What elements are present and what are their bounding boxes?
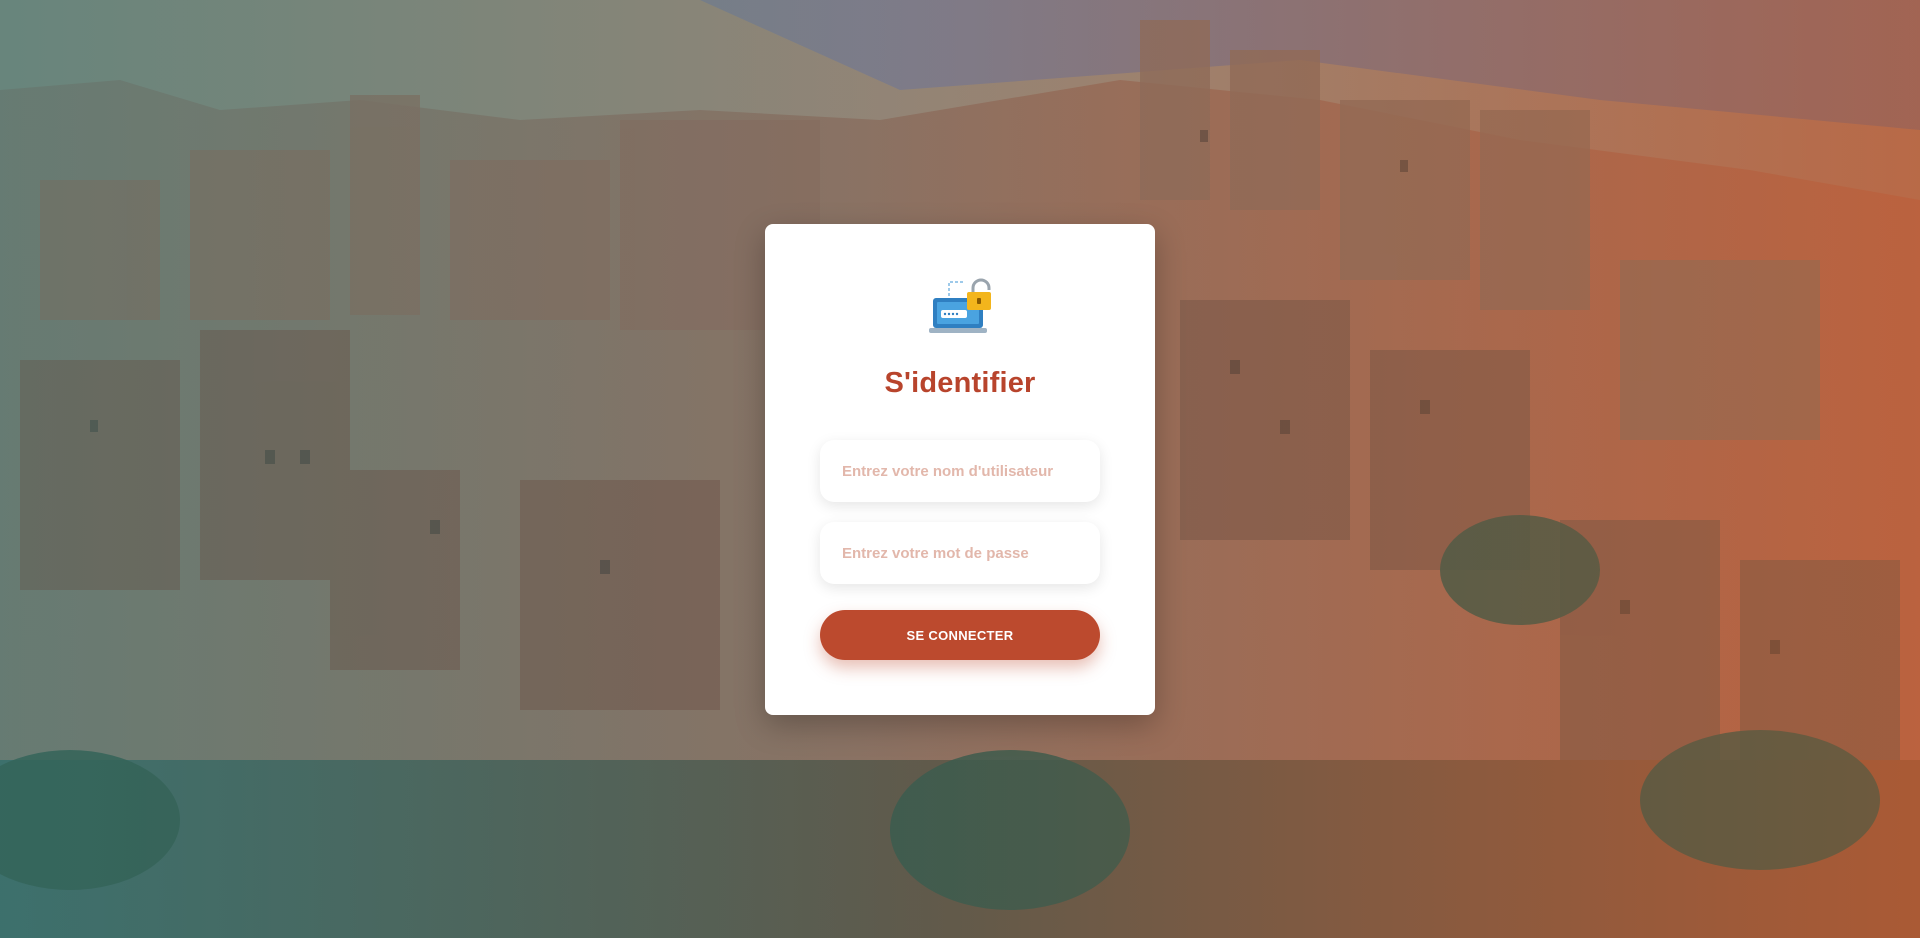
login-card: S'identifier SE CONNECTER: [765, 224, 1155, 715]
login-button[interactable]: SE CONNECTER: [820, 610, 1100, 660]
username-input[interactable]: [820, 440, 1100, 502]
laptop-lock-icon: [927, 272, 995, 338]
page-title: S'identifier: [884, 367, 1036, 399]
password-input[interactable]: [820, 522, 1100, 584]
